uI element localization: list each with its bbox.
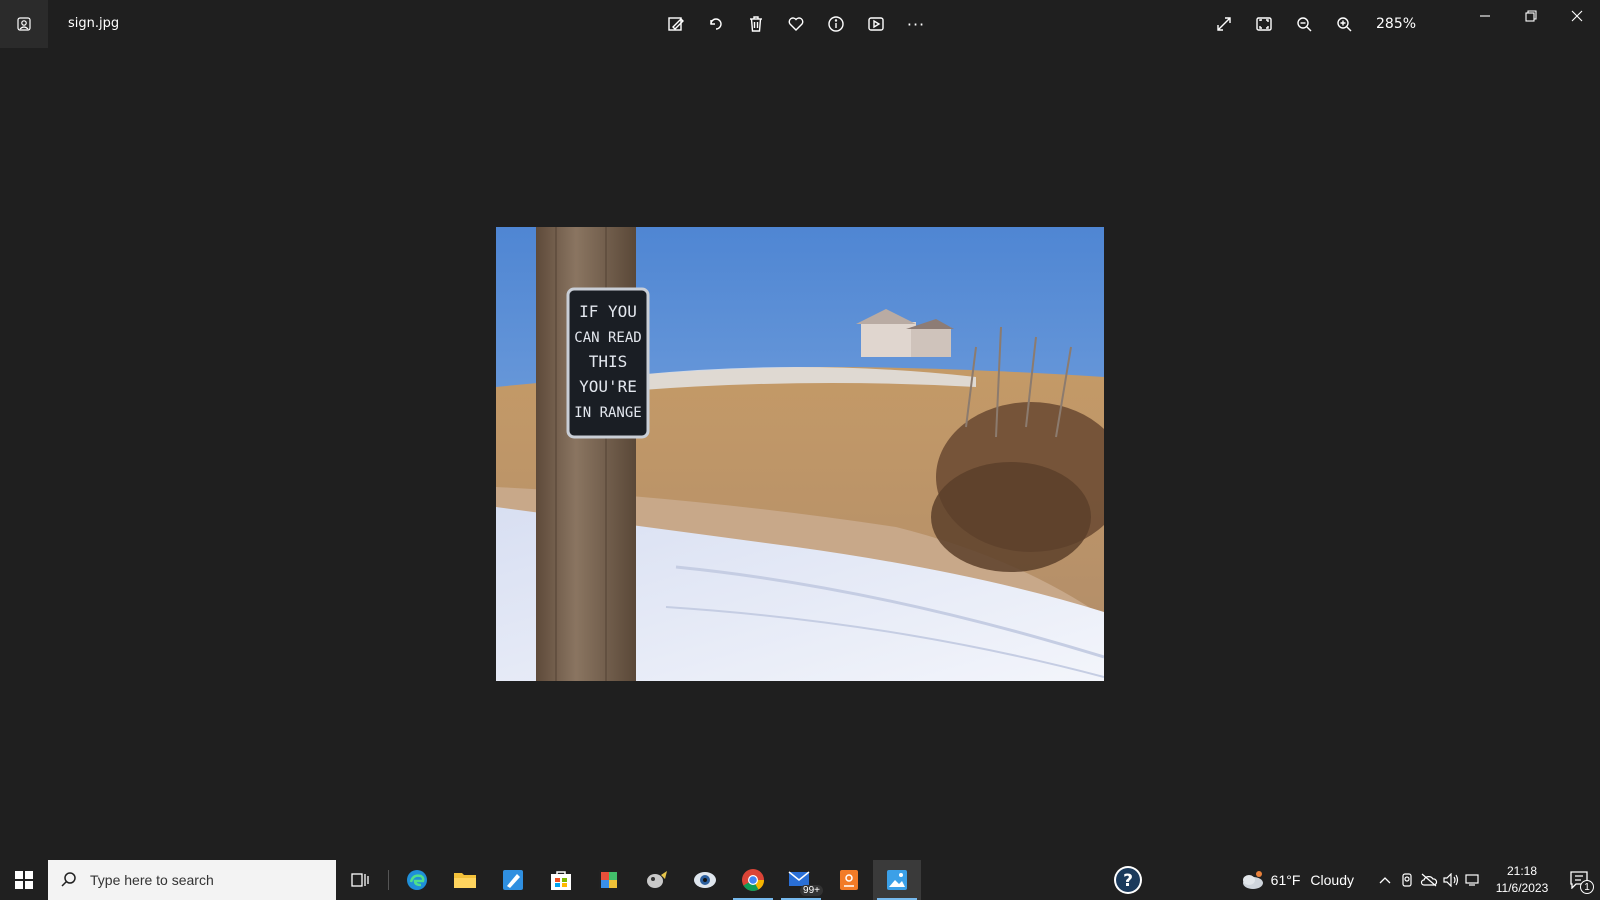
cloud-offline-icon[interactable] bbox=[1418, 860, 1440, 900]
window-controls bbox=[1462, 0, 1600, 32]
microsoft-store-icon[interactable] bbox=[537, 860, 585, 900]
network-icon[interactable] bbox=[1462, 860, 1484, 900]
zoom-out-icon[interactable] bbox=[1288, 8, 1320, 40]
favorite-icon[interactable] bbox=[780, 8, 812, 40]
more-icon[interactable]: ··· bbox=[900, 8, 932, 40]
view-controls: 285% bbox=[1208, 8, 1416, 40]
cloudy-weather-icon bbox=[1242, 871, 1263, 889]
svg-text:?: ? bbox=[1123, 871, 1133, 891]
weather-temperature: 61°F bbox=[1270, 872, 1301, 888]
camera-icon[interactable] bbox=[1396, 860, 1418, 900]
image-toolbar: ··· bbox=[660, 8, 932, 40]
clock-time: 21:18 bbox=[1506, 864, 1538, 878]
sign-line-1: IF YOU bbox=[579, 302, 637, 321]
photo-editor-icon[interactable] bbox=[585, 860, 633, 900]
restore-icon[interactable] bbox=[1508, 0, 1554, 32]
volume-icon[interactable] bbox=[1440, 860, 1462, 900]
title-bar: sign.jpg ··· 285% bbox=[0, 0, 1600, 48]
file-explorer-icon[interactable] bbox=[441, 860, 489, 900]
mail-app-icon[interactable]: 99+ bbox=[777, 860, 825, 900]
edge-browser-icon[interactable] bbox=[393, 860, 441, 900]
fit-window-icon[interactable] bbox=[1248, 8, 1280, 40]
full-screen-icon[interactable] bbox=[1208, 8, 1240, 40]
system-tray: 61°F Cloudy 21:18 11/6/2023 1 bbox=[1239, 860, 1600, 900]
weather-widget[interactable]: 61°F Cloudy bbox=[1239, 870, 1354, 890]
eye-app-icon[interactable] bbox=[681, 860, 729, 900]
search-icon bbox=[61, 872, 76, 887]
info-icon[interactable] bbox=[820, 8, 852, 40]
delete-icon[interactable] bbox=[740, 8, 772, 40]
weather-condition: Cloudy bbox=[1310, 872, 1354, 888]
clock-date: 11/6/2023 bbox=[1495, 881, 1549, 895]
edit-image-icon[interactable] bbox=[660, 8, 692, 40]
notification-count: 1 bbox=[1580, 880, 1594, 894]
task-view-icon[interactable] bbox=[336, 860, 384, 900]
photos-app-icon[interactable] bbox=[0, 0, 48, 48]
game-app-icon[interactable] bbox=[633, 860, 681, 900]
file-name: sign.jpg bbox=[68, 16, 120, 31]
taskbar-search-box[interactable]: Type here to search bbox=[48, 860, 336, 900]
zoom-level[interactable]: 285% bbox=[1376, 16, 1416, 32]
slideshow-icon[interactable] bbox=[860, 8, 892, 40]
help-icon[interactable]: ? bbox=[1112, 864, 1144, 896]
sign-line-4: YOU'RE bbox=[579, 377, 637, 396]
taskbar-separator bbox=[388, 870, 389, 890]
more-label: ··· bbox=[906, 14, 926, 34]
sign-line-3: THIS bbox=[589, 352, 628, 371]
search-placeholder: Type here to search bbox=[90, 872, 214, 888]
sign-line-5: IN RANGE bbox=[574, 405, 641, 421]
chrome-browser-icon[interactable] bbox=[729, 860, 777, 900]
photos-app-taskbar-icon[interactable] bbox=[873, 860, 921, 900]
zoom-in-icon[interactable] bbox=[1328, 8, 1360, 40]
close-icon[interactable] bbox=[1554, 0, 1600, 32]
rotate-icon[interactable] bbox=[700, 8, 732, 40]
notes-app-icon[interactable] bbox=[489, 860, 537, 900]
mail-unread-badge: 99+ bbox=[800, 885, 823, 896]
taskbar: Type here to search 99+ ? 61°F Cloudy 21… bbox=[0, 860, 1600, 900]
displayed-photo[interactable]: IF YOU CAN READ THIS YOU'RE IN RANGE bbox=[496, 227, 1104, 681]
notification-center-icon[interactable]: 1 bbox=[1560, 860, 1600, 900]
taskbar-clock[interactable]: 21:18 11/6/2023 bbox=[1494, 863, 1550, 897]
windows-start-icon[interactable] bbox=[0, 860, 48, 900]
chevron-up-icon[interactable] bbox=[1374, 860, 1396, 900]
orange-app-icon[interactable] bbox=[825, 860, 873, 900]
minimize-icon[interactable] bbox=[1462, 0, 1508, 32]
sign-line-2: CAN READ bbox=[574, 330, 641, 346]
